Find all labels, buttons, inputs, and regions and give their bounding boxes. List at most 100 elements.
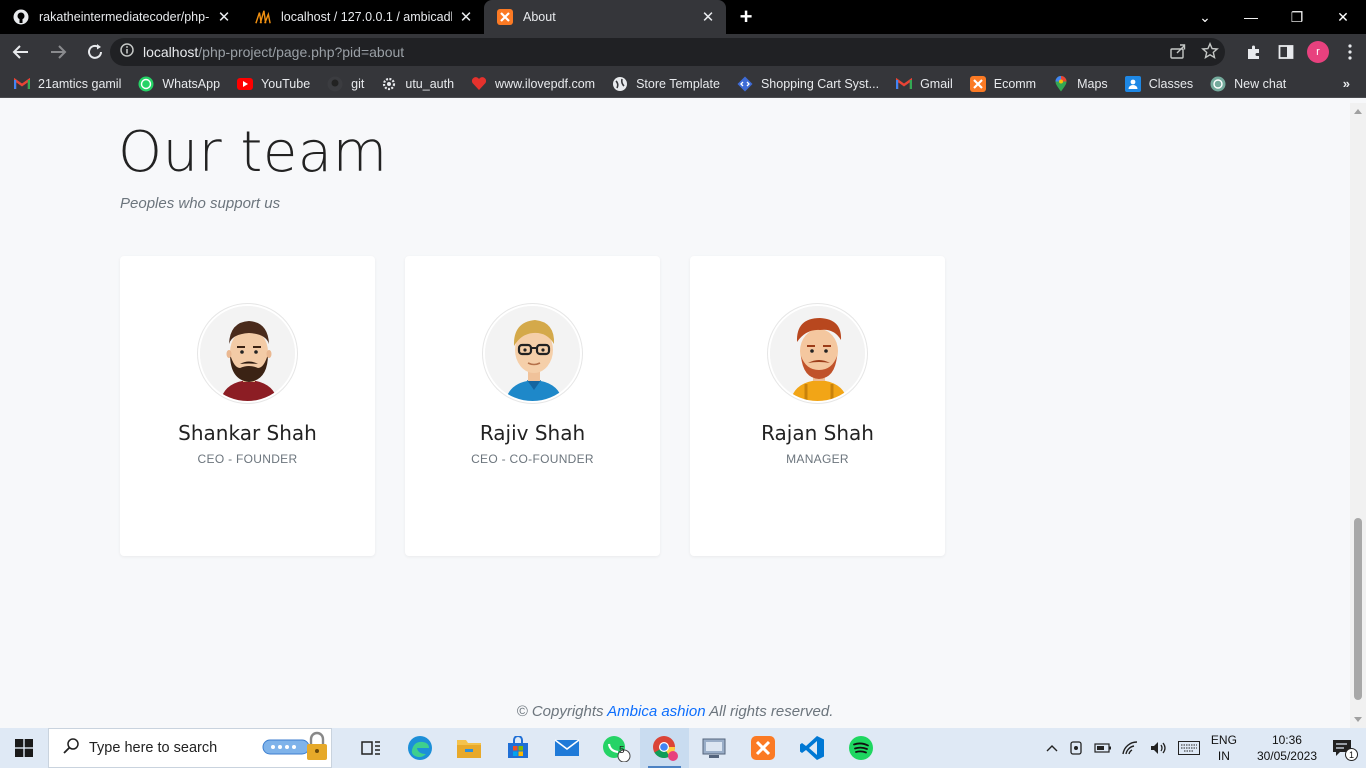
footer-rights: All rights reserved. <box>709 703 834 720</box>
whatsapp-icon <box>602 736 630 762</box>
close-icon[interactable]: ✕ <box>700 9 716 26</box>
gmail-icon <box>14 76 30 92</box>
bearded-man-avatar-icon <box>200 306 295 401</box>
taskbar-clock[interactable]: 10:36 30/05/2023 <box>1257 732 1317 764</box>
keyboard-icon[interactable] <box>1177 741 1200 755</box>
bookmark-label: git <box>351 76 365 91</box>
task-view-button[interactable] <box>346 728 395 768</box>
bookmark-whatsapp[interactable]: WhatsApp <box>138 76 220 92</box>
bookmark-label: YouTube <box>261 76 311 91</box>
footer-brand-link[interactable]: Ambica ashion <box>607 703 705 720</box>
extensions-icon[interactable] <box>1238 36 1270 68</box>
tab-about[interactable]: About ✕ <box>484 0 726 34</box>
more-bookmarks-button[interactable]: » <box>1343 76 1350 91</box>
start-button[interactable] <box>0 728 48 768</box>
bookmark-new-chat[interactable]: New chat <box>1210 76 1286 92</box>
bookmark-label: Gmail <box>920 76 953 91</box>
bookmark-ecomm[interactable]: Ecomm <box>969 75 1036 92</box>
close-window-button[interactable]: ✕ <box>1320 0 1366 34</box>
tab-github[interactable]: rakatheintermediatecoder/php-p ✕ <box>0 0 242 34</box>
bookmark-youtube[interactable]: YouTube <box>237 76 310 92</box>
chrome-icon <box>652 736 678 761</box>
tab-phpmyadmin[interactable]: localhost / 127.0.0.1 / ambicadb / ✕ <box>242 0 484 34</box>
battery-icon[interactable] <box>1094 742 1112 754</box>
footer-copyright: © Copyrights <box>516 703 604 720</box>
spotify-icon <box>848 736 873 760</box>
meet-now-icon[interactable] <box>1068 740 1084 756</box>
taskbar-chrome[interactable] <box>640 728 689 768</box>
restore-button[interactable]: ❐ <box>1274 0 1320 34</box>
bookmark-git[interactable]: git <box>327 76 364 92</box>
wifi-icon[interactable] <box>1122 741 1140 755</box>
member-name: Rajan Shah <box>761 421 874 445</box>
bookmark-21amtics-gamil[interactable]: 21amtics gamil <box>14 76 121 92</box>
taskbar-mail[interactable] <box>542 728 591 768</box>
vscode-icon <box>799 736 824 760</box>
minimize-button[interactable]: — <box>1228 0 1274 34</box>
region-code: IN <box>1217 749 1230 763</box>
browser-toolbar: localhost/php-project/page.php?pid=about… <box>0 34 1366 70</box>
tab-search-icon[interactable]: ⌄ <box>1182 0 1228 34</box>
language-indicator[interactable]: ENG IN <box>1211 732 1237 764</box>
new-tab-button[interactable]: + <box>726 0 766 34</box>
close-icon[interactable]: ✕ <box>458 9 474 26</box>
side-panel-icon[interactable] <box>1270 36 1302 68</box>
team-card: Shankar Shah CEO - FOUNDER <box>120 256 375 556</box>
tab-title: localhost / 127.0.0.1 / ambicadb / <box>281 10 452 24</box>
windows-taskbar: Type here to search 5 ENG IN 10:36 30/05… <box>0 728 1366 768</box>
globe-icon <box>612 76 628 92</box>
taskbar-vscode[interactable] <box>787 728 836 768</box>
gmail-icon <box>896 76 913 92</box>
bookmark-ilovepdf[interactable]: www.ilovepdf.com <box>471 76 595 92</box>
reload-button[interactable] <box>79 36 111 68</box>
github-icon <box>13 9 29 25</box>
share-icon[interactable] <box>1169 42 1187 65</box>
notification-badge: 1 <box>1345 748 1358 761</box>
code-icon <box>737 76 753 92</box>
bookmark-classes[interactable]: Classes <box>1124 75 1193 92</box>
bookmark-store-template[interactable]: Store Template <box>612 76 720 92</box>
menu-kebab-icon[interactable] <box>1334 36 1366 68</box>
task-view-icon <box>360 741 380 755</box>
bookmark-maps[interactable]: Maps <box>1053 75 1108 92</box>
avatar <box>483 304 582 403</box>
bookmark-label: 21amtics gamil <box>38 76 122 91</box>
password-lock-icon <box>261 730 331 767</box>
taskbar-file-explorer[interactable] <box>444 728 493 768</box>
profile-avatar[interactable]: r <box>1302 36 1334 68</box>
window-controls: ⌄ — ❐ ✕ <box>1182 0 1366 34</box>
ilovepdf-icon <box>471 76 487 92</box>
taskbar-store[interactable] <box>493 728 542 768</box>
page-title: Our team <box>118 120 388 185</box>
taskbar-search-input[interactable]: Type here to search <box>48 728 332 768</box>
scrollbar-thumb[interactable] <box>1354 518 1362 700</box>
site-info-icon[interactable] <box>120 42 134 62</box>
bookmark-utu-auth[interactable]: utu_auth <box>381 76 454 92</box>
taskbar-whatsapp[interactable]: 5 <box>591 728 640 768</box>
tab-strip: rakatheintermediatecoder/php-p ✕ localho… <box>0 0 1366 34</box>
team-card: Rajiv Shah CEO - CO-FOUNDER <box>405 256 660 556</box>
taskbar-pinned-app[interactable] <box>689 728 738 768</box>
chevron-up-icon[interactable] <box>1046 744 1058 752</box>
scroll-down-arrow-icon[interactable] <box>1354 717 1362 722</box>
back-button[interactable] <box>5 36 37 68</box>
address-bar[interactable]: localhost/php-project/page.php?pid=about <box>110 38 1225 66</box>
taskbar-spotify[interactable] <box>836 728 885 768</box>
bookmark-shopping-cart[interactable]: Shopping Cart Syst... <box>737 76 879 92</box>
close-icon[interactable]: ✕ <box>216 9 232 26</box>
bookmark-star-icon[interactable] <box>1201 42 1219 65</box>
scroll-up-arrow-icon[interactable] <box>1354 109 1362 114</box>
member-name: Rajiv Shah <box>479 421 586 445</box>
page-scrollbar[interactable] <box>1350 103 1366 728</box>
notifications-icon[interactable]: 1 <box>1332 739 1358 761</box>
forward-button[interactable] <box>42 36 74 68</box>
man-with-glasses-avatar-icon <box>485 306 580 401</box>
bookmark-label: Store Template <box>636 76 720 91</box>
tab-title: rakatheintermediatecoder/php-p <box>39 10 210 24</box>
member-name: Shankar Shah <box>178 421 317 445</box>
bookmark-gmail[interactable]: Gmail <box>896 76 953 92</box>
taskbar-edge[interactable] <box>395 728 444 768</box>
taskbar-xampp[interactable] <box>738 728 787 768</box>
member-role: CEO - FOUNDER <box>197 452 298 466</box>
volume-icon[interactable] <box>1150 741 1168 755</box>
